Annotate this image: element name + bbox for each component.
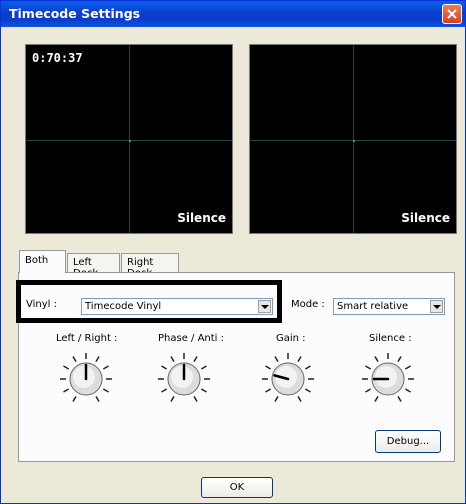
knob-tick [265, 388, 272, 393]
ok-button-label: OK [229, 482, 245, 493]
right-scope-display: Silence [249, 44, 457, 234]
knob-tick [102, 365, 109, 370]
mode-select-value: Smart relative [337, 301, 409, 312]
knob-label-silence: Silence : [369, 333, 412, 344]
scope-gridline [129, 45, 130, 233]
gain-knob[interactable] [261, 352, 315, 406]
knob-label-gain: Gain : [276, 333, 306, 344]
chevron-down-icon[interactable] [430, 300, 443, 313]
mode-select[interactable]: Smart relative [333, 298, 445, 315]
scope-signal-dot [129, 140, 131, 142]
knob-tick [274, 395, 279, 402]
knob-tick [274, 356, 279, 363]
knob-tick [304, 388, 311, 393]
left-scope-display: 0:70:37 Silence [25, 44, 233, 234]
scope-signal-dot [353, 140, 355, 142]
silence-knob[interactable] [361, 352, 415, 406]
close-icon [447, 9, 457, 19]
tab-both[interactable]: Both [19, 250, 66, 273]
knob-tick [161, 388, 168, 393]
close-button[interactable] [442, 4, 462, 24]
ok-button[interactable]: OK [201, 477, 273, 498]
left-status-label: Silence [177, 211, 226, 225]
knob-tick [374, 356, 379, 363]
knob-tick [304, 365, 311, 370]
vinyl-highlight-box [16, 280, 282, 323]
phase-anti-knob[interactable] [157, 352, 211, 406]
tab-left-deck[interactable]: Left Deck [67, 253, 120, 279]
debug-button[interactable]: Debug... [375, 430, 441, 453]
window-title: Timecode Settings [9, 6, 141, 21]
knob-tick [72, 395, 77, 402]
knob-tick [170, 356, 175, 363]
knob-tick [397, 395, 402, 402]
timecode-settings-window: Timecode Settings 0:70:37 Silence Silenc… [0, 0, 466, 504]
knob-tick [200, 365, 207, 370]
knob-tick [365, 388, 372, 393]
knob-tick [170, 395, 175, 402]
knob-tick [200, 388, 207, 393]
knob-tick [404, 365, 411, 370]
knob-tick [297, 395, 302, 402]
knob-tick [404, 388, 411, 393]
knob-tick [397, 356, 402, 363]
knob-highlight [73, 366, 95, 388]
debug-button-label: Debug... [386, 436, 430, 447]
knob-tick [193, 395, 198, 402]
knob-tick [95, 356, 100, 363]
knob-tick [365, 365, 372, 370]
knob-highlight [171, 366, 193, 388]
scope-gridline [353, 45, 354, 233]
knob-tick [63, 388, 70, 393]
right-status-label: Silence [401, 211, 450, 225]
knob-label-left-right: Left / Right : [56, 333, 118, 344]
knob-tick [193, 356, 198, 363]
mode-label: Mode : [291, 299, 325, 310]
knob-tick [297, 356, 302, 363]
knob-tick [63, 365, 70, 370]
knob-highlight [375, 366, 397, 388]
title-bar[interactable]: Timecode Settings [1, 1, 465, 27]
knob-tick [265, 365, 272, 370]
knob-tick [95, 395, 100, 402]
knob-tick [161, 365, 168, 370]
tab-both-label: Both [25, 255, 49, 266]
knob-label-phase-anti: Phase / Anti : [158, 333, 225, 344]
tab-right-deck[interactable]: Right Deck [121, 253, 179, 279]
left-right-knob[interactable] [59, 352, 113, 406]
knob-tick [72, 356, 77, 363]
knob-tick [374, 395, 379, 402]
left-timecode-readout: 0:70:37 [32, 51, 83, 65]
knob-tick [102, 388, 109, 393]
